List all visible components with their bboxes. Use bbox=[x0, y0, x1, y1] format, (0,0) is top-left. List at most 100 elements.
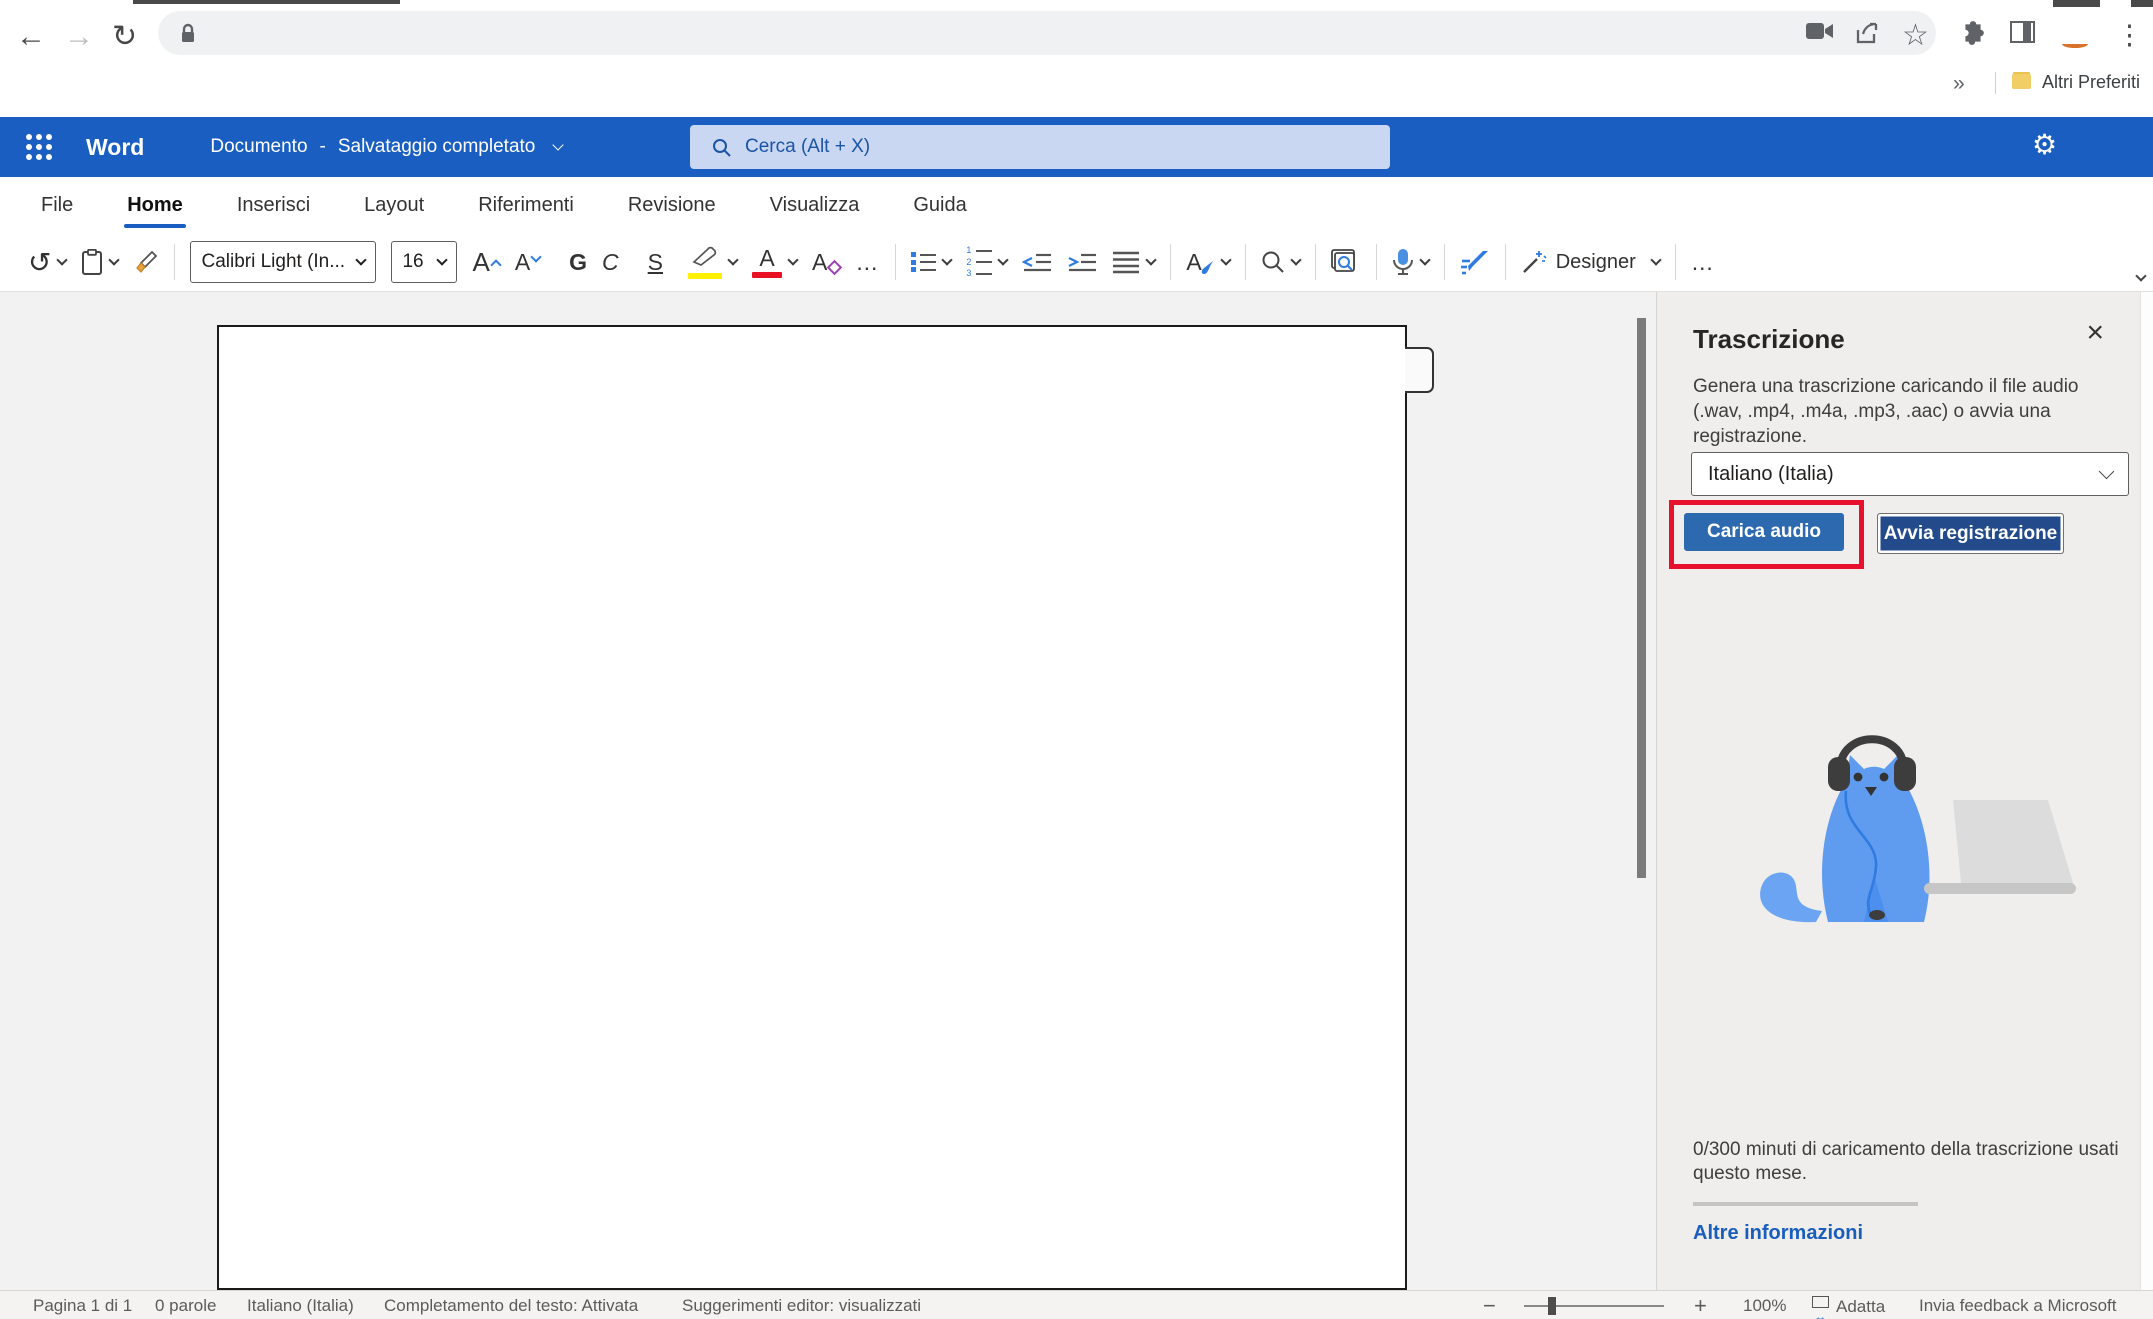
undo-icon: ↺ bbox=[28, 246, 51, 279]
ribbon-tab-row: File Home Inserisci Layout Riferimenti R… bbox=[0, 177, 2153, 233]
chevron-down-icon[interactable] bbox=[109, 254, 120, 265]
tab-revisione[interactable]: Revisione bbox=[601, 177, 743, 233]
underline-button[interactable]: S bbox=[648, 251, 663, 274]
app-launcher-icon[interactable] bbox=[26, 134, 52, 160]
zoom-out-button[interactable]: − bbox=[1483, 1293, 1496, 1319]
extensions-puzzle-icon[interactable] bbox=[1960, 20, 1986, 46]
dictate-button[interactable] bbox=[1392, 248, 1429, 276]
chevron-down-icon[interactable] bbox=[998, 254, 1009, 265]
profile-avatar[interactable] bbox=[2062, 40, 2088, 48]
app-name[interactable]: Word bbox=[86, 134, 144, 161]
highlighter-pen-icon bbox=[690, 246, 720, 266]
document-page[interactable] bbox=[217, 325, 1407, 1290]
share-icon[interactable] bbox=[1855, 21, 1881, 45]
sidebar-toggle-icon[interactable] bbox=[2010, 21, 2035, 43]
numbered-list-button[interactable]: 1 2 3 bbox=[966, 244, 1007, 281]
tab-guida[interactable]: Guida bbox=[886, 177, 993, 233]
save-status[interactable]: Salvataggio completato bbox=[338, 136, 536, 158]
immersive-reader-button[interactable] bbox=[1331, 249, 1361, 275]
eraser-diamond-icon bbox=[827, 259, 843, 275]
alignment-button[interactable] bbox=[1112, 250, 1155, 274]
outdent-button[interactable] bbox=[1022, 250, 1052, 274]
paste-button[interactable] bbox=[81, 249, 118, 276]
document-title[interactable]: Documento bbox=[210, 136, 307, 158]
other-bookmarks-label[interactable]: Altri Preferiti bbox=[2042, 72, 2140, 93]
toolbar-divider bbox=[1675, 244, 1676, 280]
editor-suggestions-status[interactable]: Suggerimenti editor: visualizzati bbox=[682, 1296, 921, 1316]
chevron-down-icon[interactable] bbox=[1650, 254, 1661, 265]
highlight-button[interactable] bbox=[688, 246, 737, 279]
video-camera-icon[interactable] bbox=[1806, 21, 1834, 41]
browser-forward-button[interactable]: → bbox=[64, 22, 94, 52]
highlight-color-swatch bbox=[688, 273, 722, 279]
more-commands-button[interactable]: … bbox=[1691, 251, 1716, 274]
chevron-down-icon[interactable] bbox=[1146, 254, 1157, 265]
language-dropdown[interactable]: Italiano (Italia) bbox=[1691, 452, 2129, 496]
undo-button[interactable]: ↺ bbox=[28, 246, 66, 279]
settings-gear-icon[interactable]: ⚙ bbox=[2032, 128, 2057, 161]
font-size-combobox[interactable]: 16 bbox=[391, 241, 457, 283]
chevron-down-icon[interactable] bbox=[57, 254, 68, 265]
more-formatting-button[interactable]: … bbox=[855, 251, 880, 274]
usage-text: 0/300 minuti di caricamento della trascr… bbox=[1693, 1138, 2133, 1186]
zoom-in-button[interactable]: + bbox=[1694, 1293, 1707, 1319]
word-count[interactable]: 0 parole bbox=[155, 1296, 216, 1316]
document-title-group[interactable]: Documento - Salvataggio completato bbox=[210, 136, 562, 158]
bold-button[interactable]: G bbox=[569, 251, 587, 274]
grow-font-button[interactable]: A bbox=[472, 249, 499, 275]
bookmark-star-icon[interactable]: ☆ bbox=[1902, 18, 1929, 53]
browser-reload-button[interactable]: ↻ bbox=[112, 22, 137, 52]
text-completion-status[interactable]: Completamento del testo: Attivata bbox=[384, 1296, 638, 1316]
font-color-button[interactable]: A bbox=[752, 247, 797, 278]
find-button[interactable] bbox=[1261, 250, 1300, 274]
chevron-down-icon[interactable] bbox=[1290, 254, 1301, 265]
tab-inserisci[interactable]: Inserisci bbox=[210, 177, 337, 233]
caret-up-icon bbox=[490, 259, 501, 270]
browser-back-button[interactable]: ← bbox=[16, 22, 46, 52]
tab-file[interactable]: File bbox=[14, 177, 100, 233]
start-recording-button[interactable]: Avvia registrazione bbox=[1877, 513, 2064, 554]
designer-button[interactable]: Designer bbox=[1521, 249, 1660, 275]
font-name-combobox[interactable]: Calibri Light (In... bbox=[190, 241, 376, 283]
page-count[interactable]: Pagina 1 di 1 bbox=[33, 1296, 132, 1316]
clear-formatting-button[interactable]: A bbox=[812, 251, 840, 274]
tab-home[interactable]: Home bbox=[100, 177, 210, 233]
tab-visualizza[interactable]: Visualizza bbox=[743, 177, 887, 233]
editor-button[interactable] bbox=[1460, 249, 1490, 275]
chevron-down-icon[interactable] bbox=[942, 254, 953, 265]
close-icon[interactable]: × bbox=[2086, 318, 2104, 348]
format-painter-icon[interactable] bbox=[133, 249, 159, 275]
zoom-level[interactable]: 100% bbox=[1743, 1296, 1786, 1316]
chevron-down-icon[interactable] bbox=[553, 139, 564, 150]
document-language[interactable]: Italiano (Italia) bbox=[247, 1296, 354, 1316]
chevron-down-icon bbox=[356, 254, 367, 265]
browser-menu-icon[interactable]: ⋮ bbox=[2116, 20, 2143, 51]
search-input[interactable] bbox=[745, 136, 1345, 158]
chevron-down-icon[interactable] bbox=[1220, 254, 1231, 265]
bullet-list-button[interactable] bbox=[911, 250, 951, 275]
bookmarks-overflow-chevron[interactable]: » bbox=[1953, 72, 1965, 96]
italic-button[interactable]: C bbox=[602, 251, 619, 274]
more-info-link[interactable]: Altre informazioni bbox=[1693, 1222, 1863, 1245]
zoom-slider-thumb[interactable] bbox=[1548, 1297, 1556, 1315]
tab-layout[interactable]: Layout bbox=[337, 177, 451, 233]
address-bar[interactable] bbox=[158, 11, 1936, 55]
search-box[interactable] bbox=[690, 125, 1390, 169]
chevron-down-icon bbox=[2099, 463, 2115, 479]
fit-to-width-button[interactable]: ↔ Adatta bbox=[1812, 1293, 1885, 1319]
chevron-down-icon[interactable] bbox=[1419, 254, 1430, 265]
shrink-font-button[interactable]: A bbox=[515, 251, 540, 274]
tab-riferimenti[interactable]: Riferimenti bbox=[451, 177, 601, 233]
toolbar-divider bbox=[1315, 244, 1316, 280]
styles-button[interactable]: A bbox=[1186, 248, 1229, 276]
document-scrollbar-thumb[interactable] bbox=[1637, 318, 1646, 878]
comment-indicator-tab[interactable] bbox=[1405, 347, 1434, 393]
panel-scrollbar-track[interactable] bbox=[2140, 292, 2153, 1290]
indent-button[interactable] bbox=[1067, 250, 1097, 274]
upload-audio-button[interactable]: Carica audio bbox=[1684, 513, 1844, 551]
chevron-down-icon[interactable] bbox=[727, 254, 738, 265]
chevron-down-icon[interactable] bbox=[787, 254, 798, 265]
zoom-slider-track[interactable] bbox=[1524, 1305, 1664, 1307]
feedback-link[interactable]: Invia feedback a Microsoft bbox=[1919, 1296, 2116, 1316]
cat-with-headphones-illustration bbox=[1746, 715, 2076, 930]
